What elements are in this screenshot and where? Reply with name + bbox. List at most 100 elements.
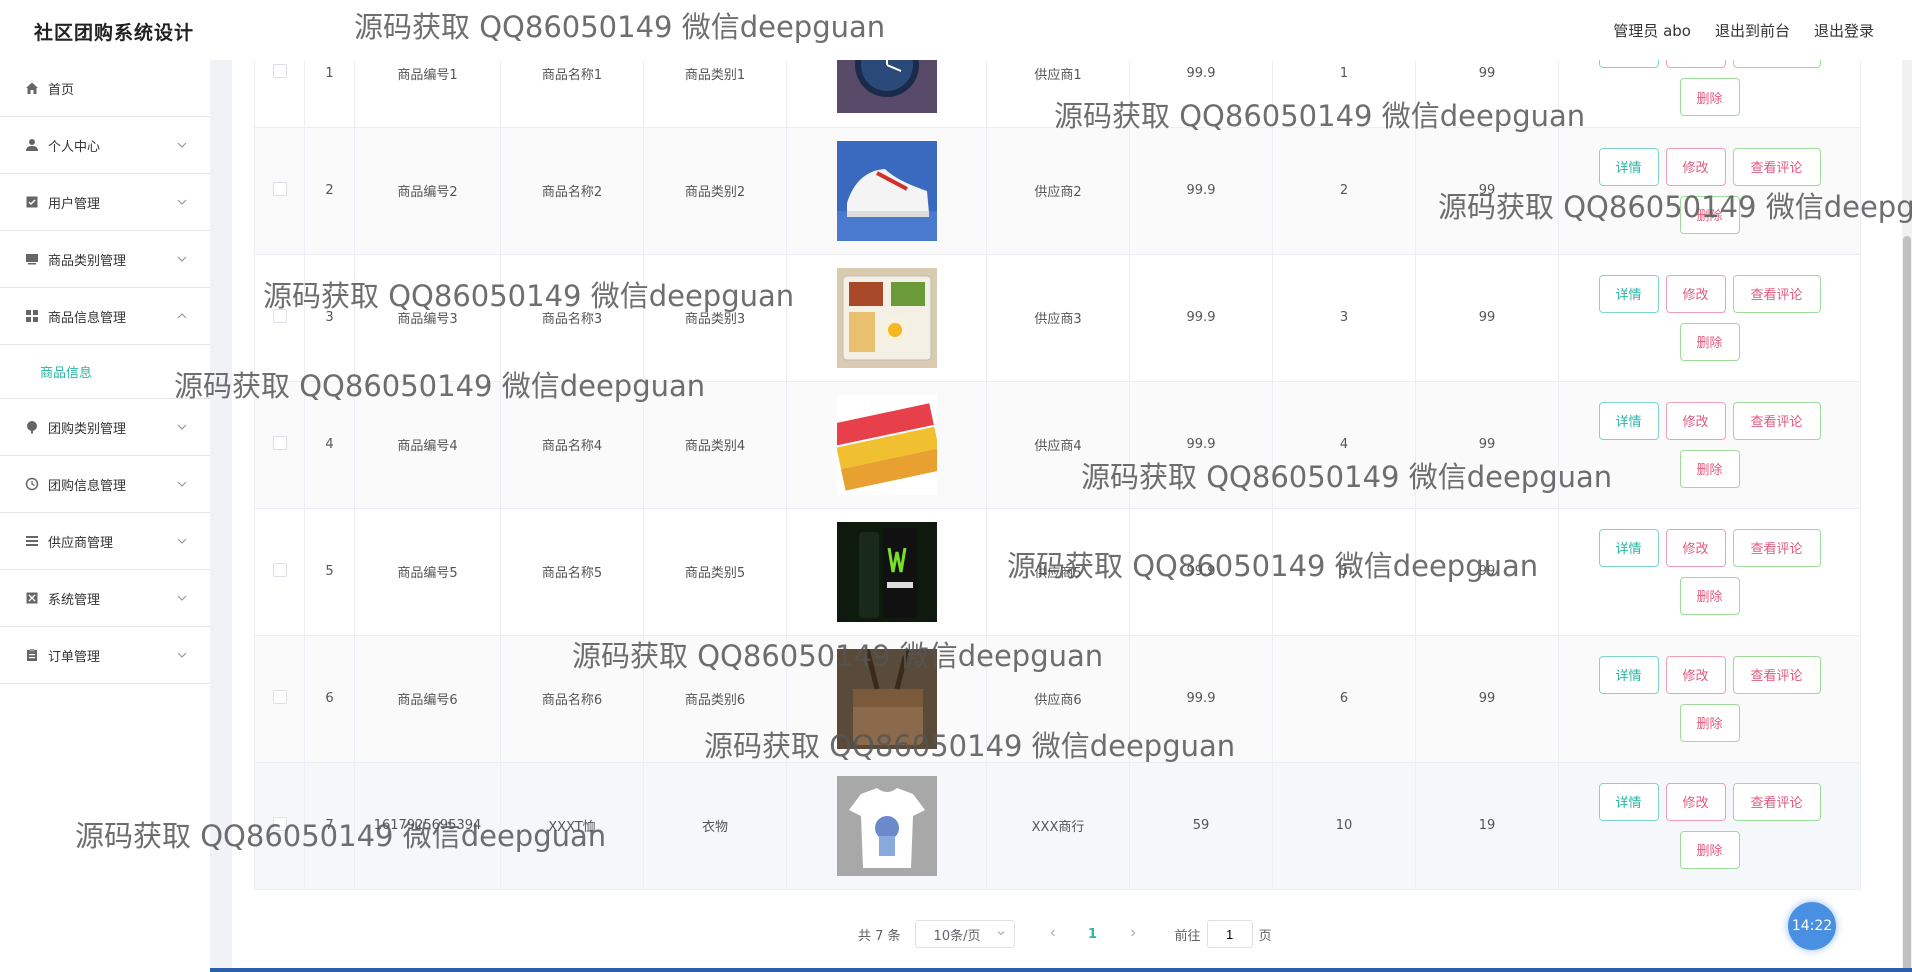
select-cell: [254, 508, 305, 636]
chevron-down-icon: [176, 421, 188, 433]
price-cell: 99.9: [1129, 254, 1273, 382]
select-cell: [254, 127, 305, 255]
back-to-front-link[interactable]: 退出到前台: [1715, 20, 1790, 41]
price-cell: 99.9: [1129, 127, 1273, 255]
edit-button[interactable]: 修改: [1665, 401, 1726, 440]
detail-button[interactable]: 详情: [1598, 274, 1659, 313]
delete-button[interactable]: 删除: [1679, 703, 1740, 742]
delete-button[interactable]: 删除: [1679, 576, 1740, 615]
detail-button[interactable]: 详情: [1598, 147, 1659, 186]
sidebar-item-label: 订单管理: [48, 649, 101, 665]
product-code-cell: 商品编号5: [354, 508, 501, 636]
view-reviews-button[interactable]: 查看评论: [1732, 274, 1821, 313]
view-reviews-button[interactable]: 查看评论: [1732, 655, 1821, 694]
sidebar-item-users[interactable]: 用户管理: [0, 174, 210, 231]
sidebar-item-label: 商品信息管理: [48, 310, 127, 326]
edit-button[interactable]: 修改: [1665, 274, 1726, 313]
logout-link[interactable]: 退出登录: [1814, 20, 1874, 41]
prev-page-button[interactable]: [1039, 927, 1067, 942]
value-cell: 2: [1272, 127, 1416, 255]
monitor-icon: [24, 251, 40, 267]
product-image: [836, 267, 937, 368]
page-number-current[interactable]: 1: [1078, 927, 1108, 942]
edit-button[interactable]: 修改: [1665, 782, 1726, 821]
sidebar-item-home[interactable]: 首页: [0, 60, 210, 117]
vertical-scrollbar[interactable]: [1902, 0, 1912, 972]
edit-button[interactable]: 修改: [1665, 655, 1726, 694]
chevron-down-icon: [176, 196, 188, 208]
sidebar-item-orders[interactable]: 订单管理: [0, 627, 210, 684]
index-cell: 5: [304, 508, 355, 636]
sidebar-item-system[interactable]: 系统管理: [0, 570, 210, 627]
page-size-select[interactable]: 10条/页: [914, 920, 1015, 948]
chevron-down-icon: [176, 253, 188, 265]
table-row: 7 1617925695394 XXXT恤 衣物 XXX商行 59 10 19 详情 修改 查看评论…: [254, 762, 1861, 890]
product-image-cell: [786, 635, 987, 763]
delete-button[interactable]: 删除: [1679, 830, 1740, 869]
detail-button[interactable]: 详情: [1598, 401, 1659, 440]
edit-button[interactable]: 修改: [1665, 528, 1726, 567]
index-cell: 4: [304, 381, 355, 509]
product-code-cell: 商品编号6: [354, 635, 501, 763]
row-checkbox[interactable]: [272, 308, 287, 323]
floating-clock-badge[interactable]: 14:22: [1788, 902, 1836, 950]
row-actions-top: 详情修改查看评论: [1598, 147, 1821, 186]
sidebar-item-profile[interactable]: 个人中心: [0, 117, 210, 174]
delete-button[interactable]: 删除: [1679, 322, 1740, 361]
row-actions-top: 详情修改查看评论: [1598, 655, 1821, 694]
scrollbar-thumb[interactable]: [1903, 236, 1911, 971]
product-image-cell: [786, 508, 987, 636]
table-row: 4 商品编号4 商品名称4 商品类别4 供应商4 99.9 4 99 详情 修改 查看评论 删除: [254, 381, 1861, 509]
pagination: 共 7 条 10条/页 1 前往 页: [858, 920, 1272, 948]
actions-cell: 详情修改查看评论删除: [1558, 508, 1861, 636]
detail-button[interactable]: 详情: [1598, 655, 1659, 694]
goto-page-input[interactable]: [1206, 920, 1253, 948]
chevron-up-icon: [176, 310, 188, 322]
value-cell: 99: [1415, 127, 1559, 255]
supplier-cell: 供应商5: [986, 508, 1130, 636]
delete-button[interactable]: 删除: [1679, 449, 1740, 488]
submenu-item-product-info[interactable]: 商品信息: [0, 345, 210, 399]
next-page-button[interactable]: [1119, 927, 1147, 942]
value-cell: 99: [1415, 508, 1559, 636]
row-actions: 详情修改查看评论删除: [1559, 401, 1860, 488]
sidebar-item-groupbuy-category[interactable]: 团购类别管理: [0, 399, 210, 456]
value-cell: 19: [1415, 762, 1559, 890]
row-checkbox[interactable]: [272, 816, 287, 831]
delete-button[interactable]: 删除: [1679, 195, 1740, 234]
page-suffix: 页: [1258, 928, 1272, 944]
detail-button[interactable]: 详情: [1598, 782, 1659, 821]
top-header: 社区团购系统设计 管理员 abo 退出到前台 退出登录: [0, 0, 1912, 60]
product-image-cell: [786, 254, 987, 382]
table-row: 5 商品编号5 商品名称5 商品类别5 供应商5 99.9 5 99 详情 修改 查看评论 删除: [254, 508, 1861, 636]
product-category-cell: 商品类别5: [643, 508, 787, 636]
view-reviews-button[interactable]: 查看评论: [1732, 401, 1821, 440]
sidebar-item-label: 系统管理: [48, 592, 101, 608]
detail-button[interactable]: 详情: [1598, 528, 1659, 567]
index-cell: 6: [304, 635, 355, 763]
product-code-cell: 商品编号3: [354, 254, 501, 382]
row-checkbox[interactable]: [272, 435, 287, 450]
row-checkbox[interactable]: [272, 64, 287, 79]
row-checkbox[interactable]: [272, 562, 287, 577]
delete-button[interactable]: 删除: [1679, 78, 1740, 117]
view-reviews-button[interactable]: 查看评论: [1732, 528, 1821, 567]
row-actions-top: 详情修改查看评论: [1598, 274, 1821, 313]
sidebar-item-product-info[interactable]: 商品信息管理: [0, 288, 210, 345]
select-cell: [254, 762, 305, 890]
sidebar-item-groupbuy-info[interactable]: 团购信息管理: [0, 456, 210, 513]
value-cell: 5: [1272, 508, 1416, 636]
view-reviews-button[interactable]: 查看评论: [1732, 782, 1821, 821]
sidebar-item-supplier[interactable]: 供应商管理: [0, 513, 210, 570]
edit-button[interactable]: 修改: [1665, 147, 1726, 186]
sidebar-item-product-category[interactable]: 商品类别管理: [0, 231, 210, 288]
row-checkbox[interactable]: [272, 181, 287, 196]
price-cell: 99.9: [1129, 508, 1273, 636]
row-actions: 详情修改查看评论删除: [1559, 655, 1860, 742]
row-checkbox[interactable]: [272, 689, 287, 704]
product-code-cell: 商品编号2: [354, 127, 501, 255]
settings-icon: [24, 590, 40, 606]
value-cell: 3: [1272, 254, 1416, 382]
view-reviews-button[interactable]: 查看评论: [1732, 147, 1821, 186]
checklist-icon: [24, 194, 40, 210]
